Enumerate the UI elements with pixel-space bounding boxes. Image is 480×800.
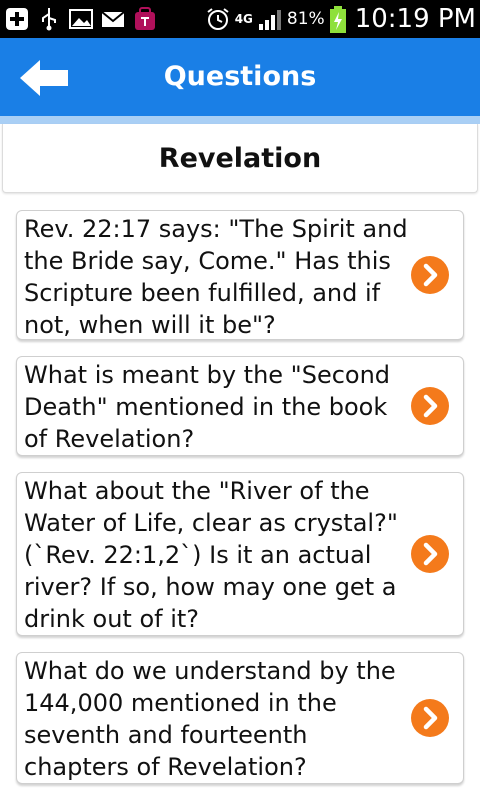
question-text: What do we understand by the 144,000 men… (24, 657, 396, 781)
usb-icon (36, 6, 62, 32)
image-icon (68, 6, 94, 32)
battery-percent: 81% (286, 9, 325, 29)
add-icon (4, 6, 30, 32)
chevron-right-icon (411, 256, 449, 294)
status-bar: 4G 81% 10:19 PM (0, 0, 480, 38)
battery-charging-icon (329, 6, 347, 33)
chevron-right-icon (411, 387, 449, 425)
app-bar-divider (0, 116, 480, 124)
signal-icon (257, 6, 283, 32)
question-item[interactable]: Rev. 22:17 says: "The Spirit and the Bri… (16, 210, 464, 340)
section-title: Revelation (158, 143, 322, 174)
question-text: Rev. 22:17 says: "The Spirit and the Bri… (24, 215, 408, 339)
app-bar: Questions (0, 38, 480, 116)
email-icon (100, 6, 126, 32)
status-bar-notifications (4, 6, 158, 32)
question-item[interactable]: What do we understand by the 144,000 men… (16, 652, 464, 784)
tmobile-icon (132, 6, 158, 32)
status-bar-system: 4G 81% 10:19 PM (205, 0, 476, 38)
network-type: 4G (234, 12, 253, 26)
clock: 10:19 PM (354, 4, 476, 34)
section-header: Revelation (2, 124, 478, 193)
chevron-right-icon (411, 535, 449, 573)
chevron-right-icon (411, 699, 449, 737)
back-button[interactable] (16, 56, 72, 100)
back-arrow-icon (20, 60, 68, 96)
alarm-icon (205, 6, 231, 32)
page-title: Questions (163, 61, 317, 92)
question-item[interactable]: What about the "River of the Water of Li… (16, 472, 464, 636)
question-text: What about the "River of the Water of Li… (24, 477, 398, 633)
question-text: What is meant by the "Second Death" ment… (24, 361, 391, 453)
question-item[interactable]: What is meant by the "Second Death" ment… (16, 356, 464, 456)
